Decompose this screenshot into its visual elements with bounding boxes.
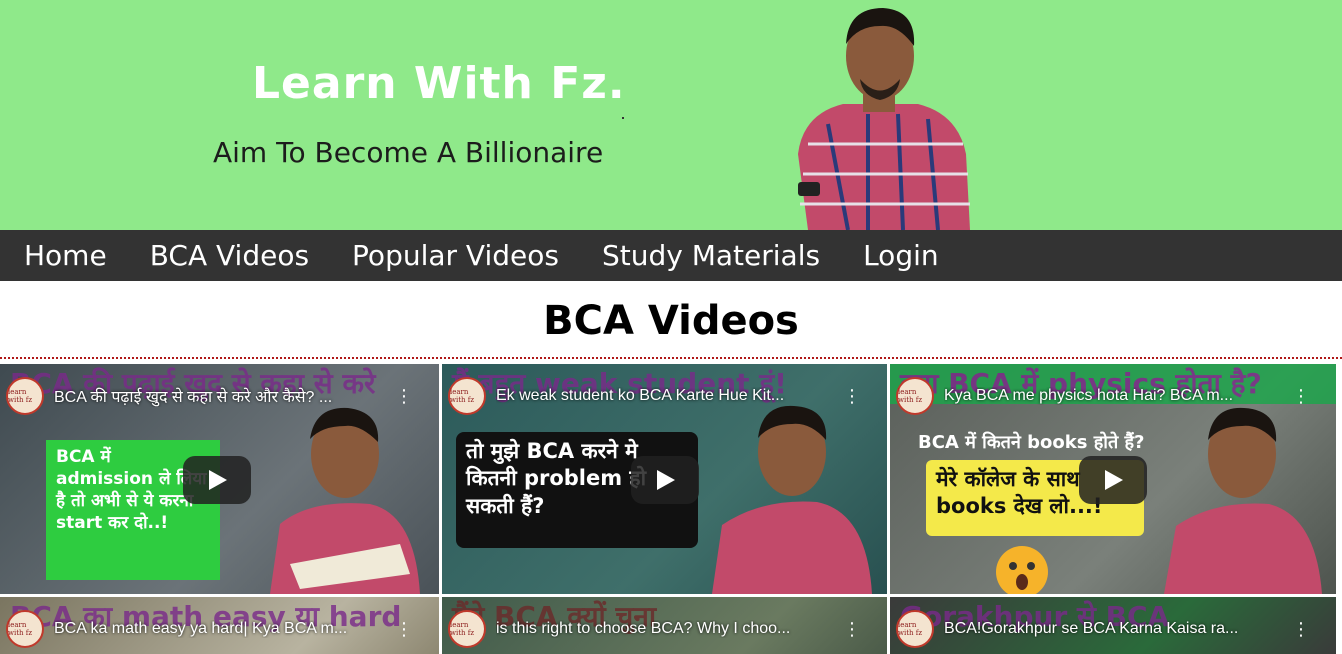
nav-bca-videos[interactable]: BCA Videos: [150, 239, 309, 272]
play-icon[interactable]: [1079, 456, 1147, 504]
video-embed[interactable]: BCA का math easy या hard learn with fz B…: [0, 597, 439, 654]
nav-home[interactable]: Home: [24, 239, 107, 272]
video-header: learn with fz BCA!Gorakhpur se BCA Karna…: [890, 610, 1336, 648]
channel-avatar[interactable]: learn with fz: [448, 610, 486, 648]
video-title[interactable]: Ek weak student ko BCA Karte Hue Kit...: [496, 387, 841, 405]
play-icon[interactable]: [631, 456, 699, 504]
play-icon[interactable]: [183, 456, 251, 504]
thumbnail-person: [270, 407, 420, 594]
channel-avatar[interactable]: learn with fz: [896, 610, 934, 648]
nav-study-materials[interactable]: Study Materials: [602, 239, 820, 272]
video-embed[interactable]: मैं बहुत weak student हूं! तो मुझे BCA क…: [442, 364, 887, 594]
video-header: learn with fz is this right to choose BC…: [442, 610, 887, 648]
video-grid: BCA की पढ़ाई खुद से कहा से करे BCA में a…: [0, 359, 1342, 654]
channel-avatar[interactable]: learn with fz: [6, 377, 44, 415]
video-title[interactable]: Kya BCA me physics hota Hai? BCA m...: [944, 387, 1290, 405]
channel-avatar[interactable]: learn with fz: [448, 377, 486, 415]
site-title: Learn With Fz.: [252, 58, 626, 109]
video-embed[interactable]: Gorakhpur से BCA learn with fz BCA!Gorak…: [890, 597, 1336, 654]
profile-photo: [798, 8, 970, 230]
thumbnail-person: [712, 405, 872, 594]
more-vert-icon[interactable]: ⋮: [1290, 619, 1312, 640]
video-embed[interactable]: क्या BCA में physics होता है? BCA में कि…: [890, 364, 1336, 594]
video-header: learn with fz BCA की पढ़ाई खुद से कहा से…: [0, 377, 439, 415]
main-nav: Home BCA Videos Popular Videos Study Mat…: [0, 230, 1342, 281]
thumbnail-person: [1164, 407, 1322, 594]
channel-avatar[interactable]: learn with fz: [6, 610, 44, 648]
more-vert-icon[interactable]: ⋮: [841, 386, 863, 407]
site-tagline: Aim To Become A Billionaire: [213, 136, 604, 169]
more-vert-icon[interactable]: ⋮: [393, 386, 415, 407]
video-title[interactable]: BCA की पढ़ाई खुद से कहा से करे और कैसे? …: [54, 385, 393, 407]
channel-avatar[interactable]: learn with fz: [896, 377, 934, 415]
site-banner: Learn With Fz. Aim To Become A Billionai…: [0, 0, 1342, 230]
surprised-emoji-icon: [996, 546, 1048, 594]
page-title: BCA Videos: [543, 298, 799, 344]
video-embed[interactable]: मैंने BCA क्यों चुना learn with fz is th…: [442, 597, 887, 654]
more-vert-icon[interactable]: ⋮: [393, 619, 415, 640]
video-header: learn with fz BCA ka math easy ya hard| …: [0, 610, 439, 648]
video-header: learn with fz Ek weak student ko BCA Kar…: [442, 377, 887, 415]
video-embed[interactable]: BCA की पढ़ाई खुद से कहा से करे BCA में a…: [0, 364, 439, 594]
nav-login[interactable]: Login: [863, 239, 939, 272]
thumbnail-subcaption: BCA में कितने books होते हैं?: [918, 432, 1145, 453]
banner-dot: [622, 117, 624, 119]
more-vert-icon[interactable]: ⋮: [1290, 386, 1312, 407]
video-title[interactable]: BCA ka math easy ya hard| Kya BCA m...: [54, 620, 393, 638]
video-title[interactable]: is this right to choose BCA? Why I choo.…: [496, 620, 841, 638]
more-vert-icon[interactable]: ⋮: [841, 619, 863, 640]
video-header: learn with fz Kya BCA me physics hota Ha…: [890, 377, 1336, 415]
video-title[interactable]: BCA!Gorakhpur se BCA Karna Kaisa ra...: [944, 620, 1290, 638]
nav-popular-videos[interactable]: Popular Videos: [352, 239, 559, 272]
